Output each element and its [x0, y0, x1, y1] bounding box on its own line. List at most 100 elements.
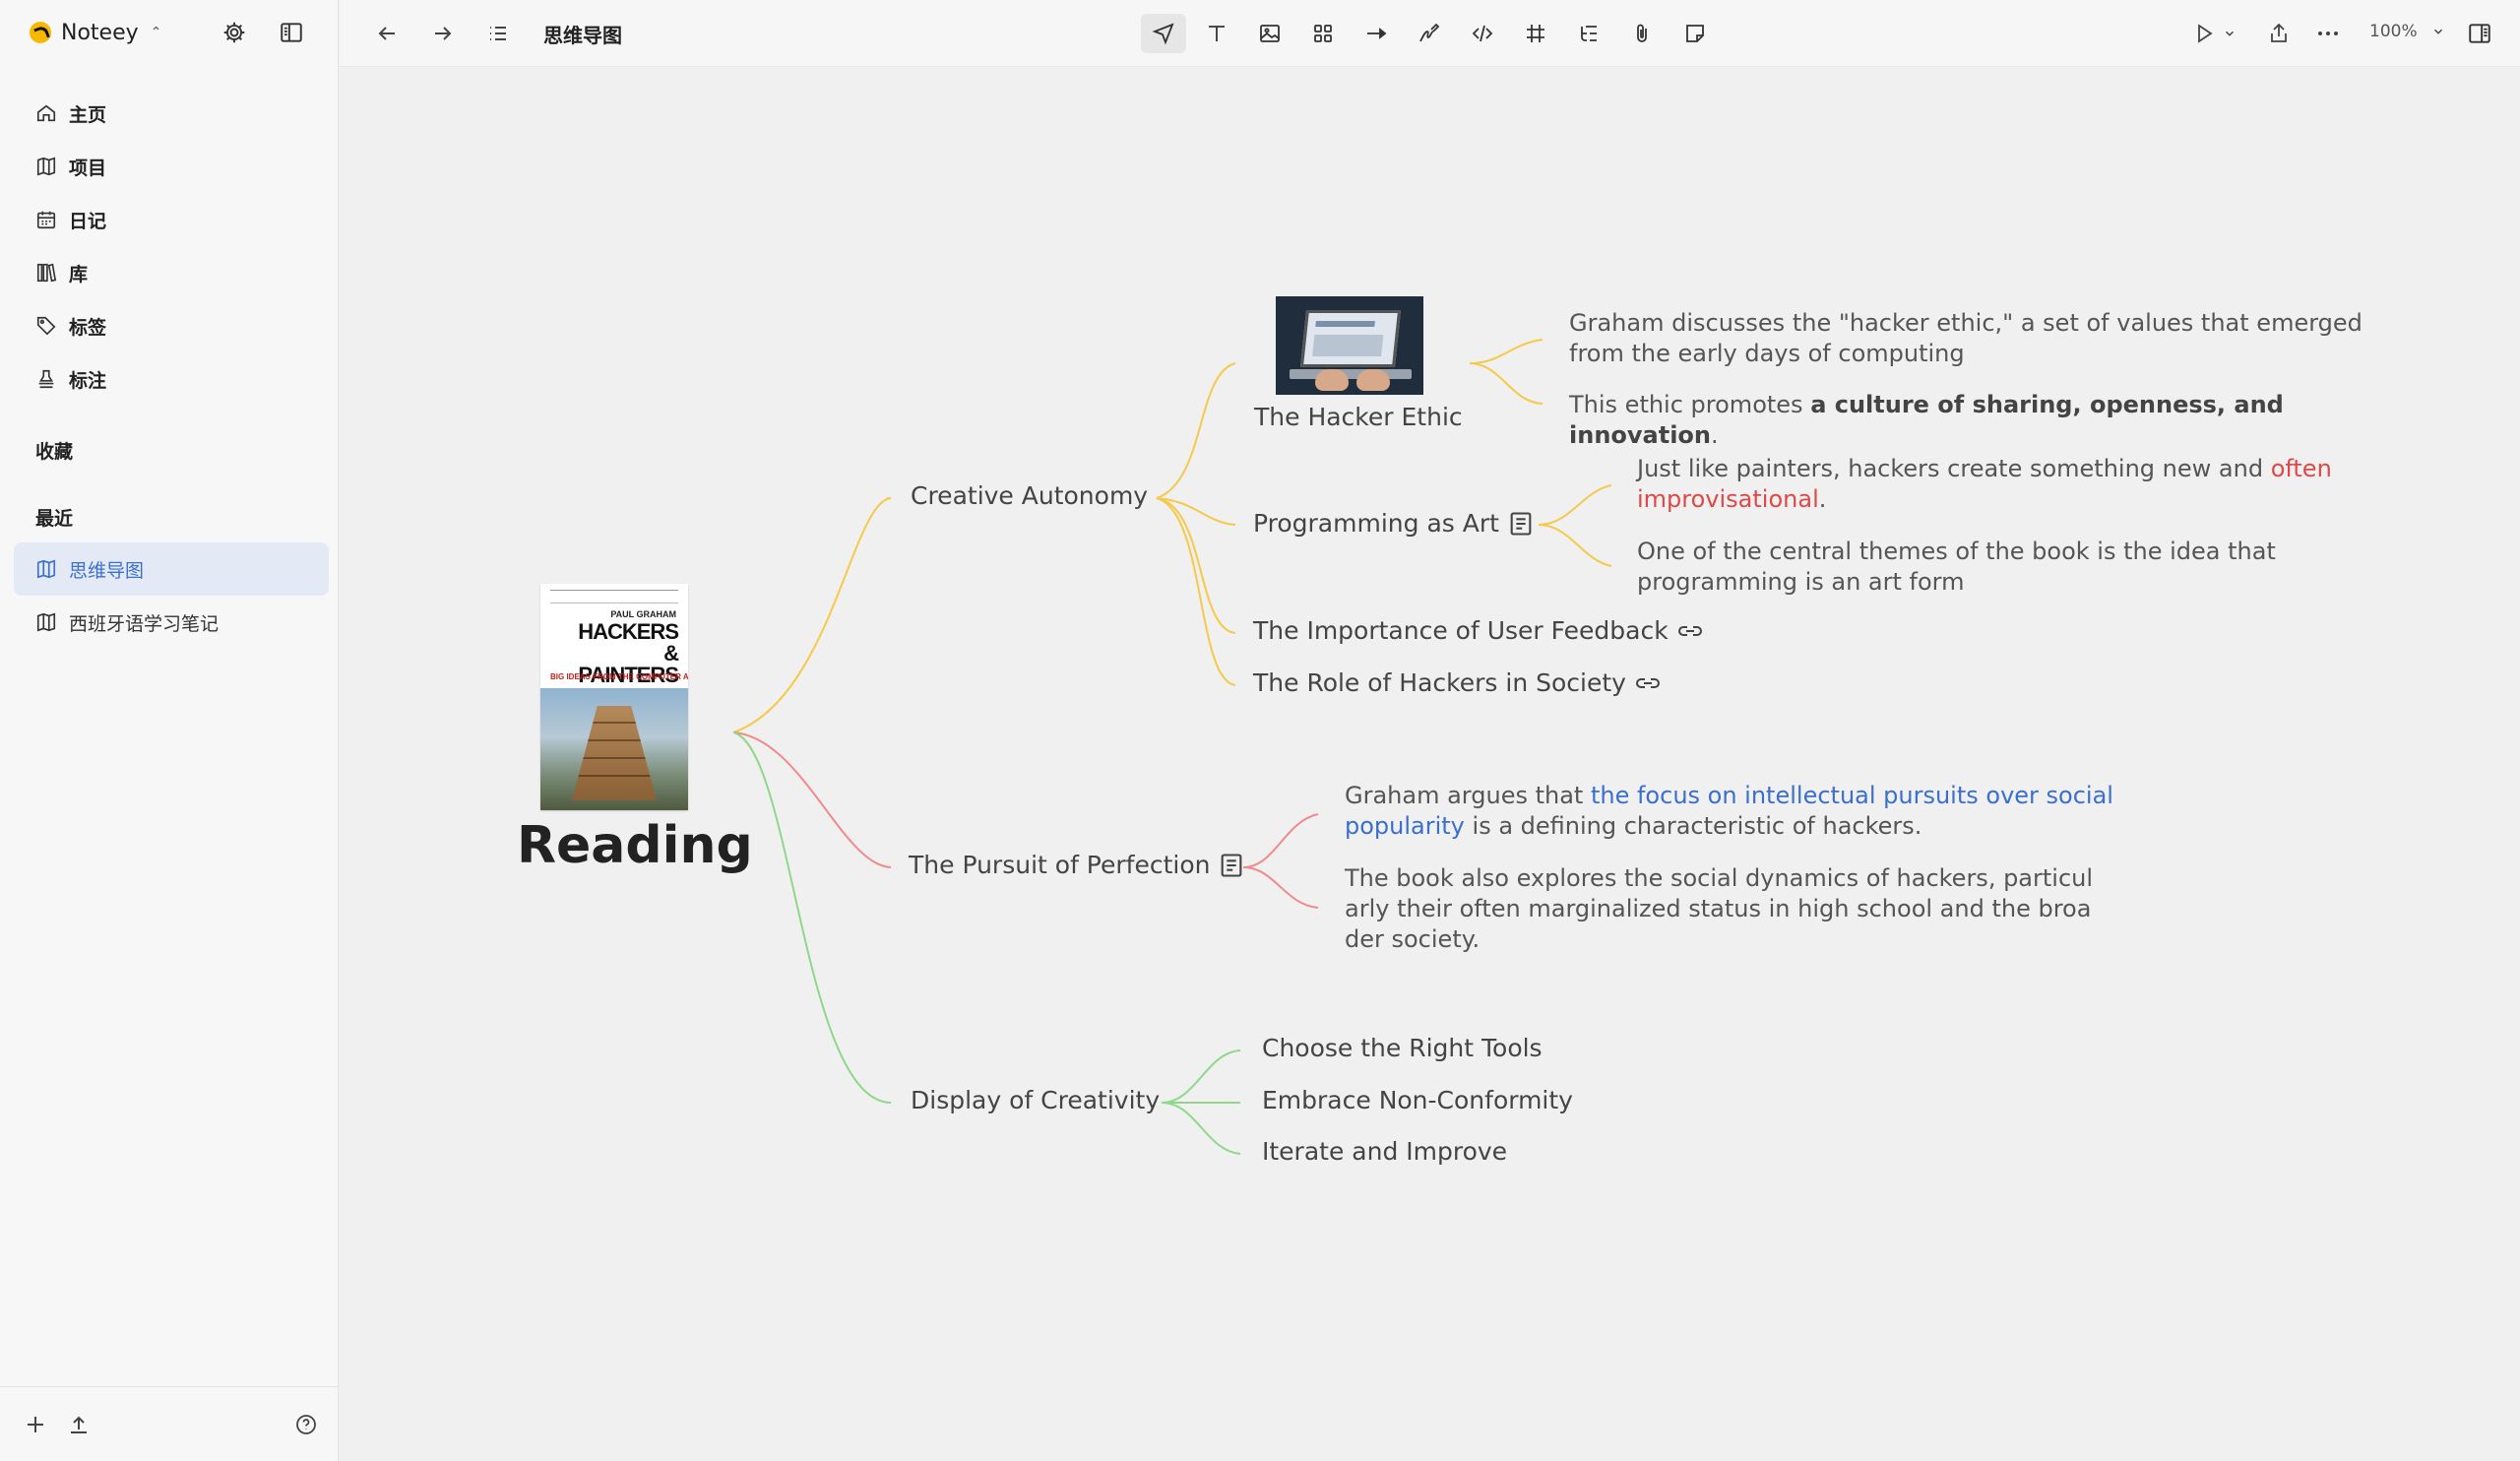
mindmap-canvas[interactable]: PAUL GRAHAM HACKERS & PAINTERS BIG IDEAS…	[340, 68, 2520, 1461]
node-display-creativity[interactable]: Display of Creativity	[911, 1086, 1160, 1114]
present-options-button[interactable]	[2220, 16, 2239, 51]
sticky-note-tool-button[interactable]	[1672, 14, 1718, 53]
note-hacker-ethic-1[interactable]: Graham discusses the "hacker ethic," a s…	[1569, 308, 2376, 369]
link-icon[interactable]	[1676, 621, 1704, 641]
nav-item-tags[interactable]: 标签	[14, 299, 329, 352]
import-button[interactable]	[61, 1407, 96, 1442]
recent-heading: 最近	[35, 508, 74, 530]
help-button[interactable]	[288, 1407, 324, 1442]
recent-list: 思维导图 西班牙语学习笔记	[14, 542, 329, 649]
recent-item-label: 西班牙语学习笔记	[69, 612, 220, 635]
tower-of-babel-shape	[572, 706, 657, 800]
map-icon	[36, 157, 56, 176]
outline-button[interactable]	[480, 16, 516, 51]
add-button[interactable]	[18, 1407, 53, 1442]
link-icon[interactable]	[1634, 673, 1662, 693]
select-tool-button[interactable]	[1141, 14, 1186, 53]
connector-art-note2	[1538, 524, 1612, 567]
book-cover-image[interactable]: PAUL GRAHAM HACKERS & PAINTERS BIG IDEAS…	[540, 584, 688, 810]
settings-button[interactable]	[217, 16, 252, 49]
arrow-tool-button[interactable]	[1354, 14, 1399, 53]
nav-item-journal[interactable]: 日记	[14, 193, 329, 246]
node-label: Iterate and Improve	[1262, 1137, 1508, 1166]
root-node[interactable]: Reading	[517, 816, 753, 875]
present-button[interactable]	[2186, 16, 2222, 51]
widgets-icon	[1314, 25, 1332, 42]
node-label: Choose the Right Tools	[1262, 1034, 1543, 1062]
connector-display	[732, 731, 892, 1104]
widgets-tool-button[interactable]	[1300, 14, 1346, 53]
help-icon	[296, 1415, 316, 1434]
sidebar-footer	[0, 1386, 339, 1461]
image-tool-button[interactable]	[1247, 14, 1292, 53]
note-pursuit-2[interactable]: The book also explores the social dynami…	[1345, 863, 2103, 955]
note-text: is a defining characteristic of hackers.	[1464, 812, 1922, 840]
pen-icon	[1419, 23, 1440, 42]
nav-label: 库	[69, 263, 89, 286]
code-tool-button[interactable]	[1460, 14, 1505, 53]
node-hacker-ethic[interactable]: The Hacker Ethic	[1254, 403, 1463, 431]
nav-item-projects[interactable]: 项目	[14, 140, 329, 193]
nav-item-library[interactable]: 库	[14, 246, 329, 299]
node-programming-art[interactable]: Programming as Art	[1253, 509, 1535, 538]
main-nav: 主页 项目 日记 库 标签 标注	[14, 87, 329, 406]
node-role-hackers[interactable]: The Role of Hackers in Society	[1253, 668, 1662, 697]
pen-tool-button[interactable]	[1407, 14, 1452, 53]
node-label: The Hacker Ethic	[1254, 403, 1463, 431]
node-choose-tools[interactable]: Choose the Right Tools	[1262, 1034, 1543, 1062]
cover-painting	[540, 688, 688, 810]
connector-user-feedback	[1156, 497, 1236, 634]
note-hacker-ethic-2[interactable]: This ethic promotes a culture of sharing…	[1569, 390, 2435, 451]
forward-button[interactable]	[425, 16, 461, 51]
connector-role-hackers	[1156, 497, 1236, 686]
node-user-feedback[interactable]: The Importance of User Feedback	[1253, 616, 1704, 645]
node-label: The Pursuit of Perfection	[909, 851, 1211, 879]
note-pursuit-1[interactable]: Graham argues that the focus on intellec…	[1345, 781, 2132, 842]
noteey-logo-icon	[30, 22, 51, 43]
cover-blurb	[550, 590, 678, 603]
connector-pursuit	[732, 731, 892, 868]
node-pursuit-perfection[interactable]: The Pursuit of Perfection	[909, 851, 1245, 879]
more-button[interactable]	[2310, 16, 2346, 51]
toggle-sidebar-button[interactable]	[274, 16, 309, 49]
share-button[interactable]	[2261, 16, 2297, 51]
app-name: Noteey	[61, 20, 139, 45]
outline-tool-button[interactable]	[1566, 14, 1611, 53]
right-panel-icon	[2469, 24, 2490, 43]
home-icon	[36, 104, 56, 122]
note-programming-art-1[interactable]: Just like painters, hackers create somet…	[1637, 454, 2385, 515]
connector-hacker-note2	[1469, 362, 1544, 405]
nav-item-home[interactable]: 主页	[14, 87, 329, 140]
attachment-tool-button[interactable]	[1619, 14, 1665, 53]
note-document-icon[interactable]	[1218, 852, 1245, 879]
recent-item-label: 思维导图	[69, 559, 145, 582]
note-text: The book also explores the social dynami…	[1345, 864, 2094, 953]
note-text: Graham argues that	[1345, 782, 1591, 809]
frame-tool-button[interactable]	[1513, 14, 1558, 53]
note-document-icon[interactable]	[1507, 510, 1535, 538]
back-button[interactable]	[369, 16, 405, 51]
arrow-left-icon	[378, 27, 395, 40]
library-icon	[36, 263, 57, 283]
laptop-base	[1290, 369, 1412, 379]
nav-label: 项目	[69, 157, 107, 179]
indent-list-icon	[1581, 26, 1597, 41]
workspace-switcher[interactable]: Noteey ⌃	[30, 16, 161, 49]
zoom-control[interactable]: 100%	[2369, 22, 2445, 41]
laptop-screen	[1299, 310, 1402, 367]
node-embrace-non-conformity[interactable]: Embrace Non-Conformity	[1262, 1086, 1573, 1114]
text-icon	[1209, 26, 1225, 41]
share-icon	[2271, 23, 2287, 42]
note-programming-art-2[interactable]: One of the central themes of the book is…	[1637, 537, 2306, 598]
recent-item-spanish-notes[interactable]: 西班牙语学习笔记	[14, 596, 329, 649]
nav-item-annotations[interactable]: 标注	[14, 352, 329, 406]
nav-label: 标注	[69, 369, 107, 392]
hand-right	[1356, 369, 1390, 391]
node-creative-autonomy[interactable]: Creative Autonomy	[911, 481, 1148, 510]
laptop-photo-image[interactable]	[1276, 296, 1423, 395]
node-iterate-improve[interactable]: Iterate and Improve	[1262, 1137, 1507, 1166]
text-tool-button[interactable]	[1194, 14, 1239, 53]
calendar-icon	[36, 211, 56, 229]
toggle-right-panel-button[interactable]	[2462, 16, 2497, 51]
recent-item-mindmap[interactable]: 思维导图	[14, 542, 329, 596]
